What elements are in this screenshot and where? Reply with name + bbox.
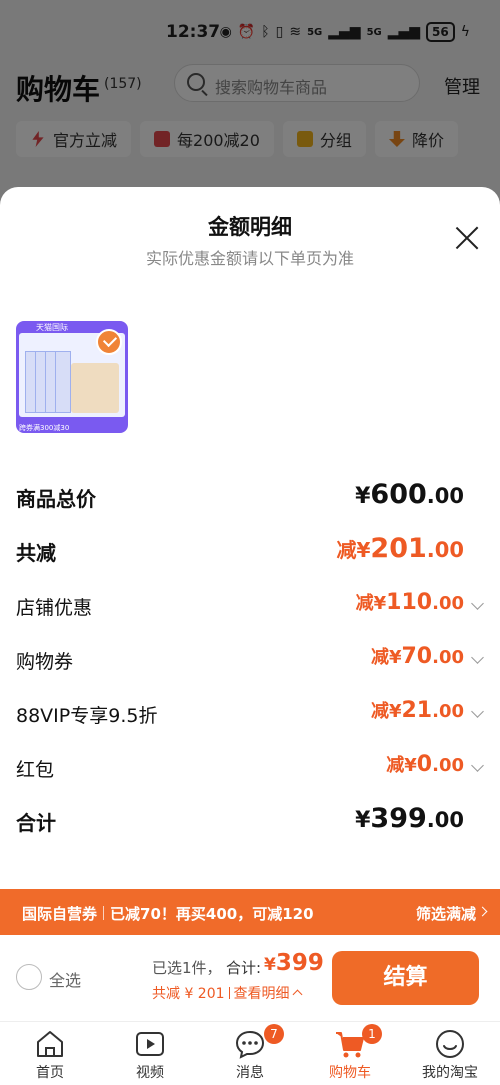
tab-label: 视频 [136, 1065, 164, 1081]
tab-label: 购物车 [329, 1065, 371, 1081]
sheet-title: 金额明细 [208, 215, 292, 239]
row-label: 店铺优惠 [16, 597, 93, 619]
tab-cart[interactable]: 1 购物车 [300, 1022, 400, 1085]
filter-discount-link[interactable]: 筛选满减 [416, 903, 476, 924]
tab-video[interactable]: 视频 [100, 1022, 200, 1085]
checkmark-icon[interactable] [96, 329, 122, 355]
chevron-down-icon[interactable] [471, 597, 484, 610]
chevron-up-icon[interactable] [292, 989, 302, 1000]
video-icon [136, 1032, 164, 1056]
total-label: 合计: [226, 959, 262, 977]
close-icon[interactable] [454, 225, 480, 251]
row-value: ¥600.00 [355, 479, 464, 510]
row-total-discount: 共减 减¥201.00 [16, 533, 484, 565]
row-coupon[interactable]: 购物券 减¥70.00 [16, 643, 484, 675]
row-value: ¥399.00 [355, 803, 464, 834]
row-label: 购物券 [16, 651, 74, 673]
promo-banner[interactable]: 国际自营券 已减70！再买400，可减120 筛选满减 [0, 889, 500, 935]
view-detail-link[interactable]: 查看明细 [234, 986, 290, 1002]
row-sum: 合计 ¥399.00 [16, 803, 484, 835]
row-vip-discount[interactable]: 88VIP专享9.5折 减¥21.00 [16, 697, 484, 729]
message-icon [235, 1030, 265, 1059]
row-value: 减¥70.00 [370, 644, 464, 669]
tab-label: 我的淘宝 [422, 1065, 478, 1081]
cart-badge: 1 [362, 1024, 382, 1044]
select-all-label[interactable]: 全选 [49, 967, 81, 991]
profile-icon [436, 1030, 464, 1058]
separator [228, 987, 230, 999]
row-label: 共减 [16, 541, 56, 565]
row-label: 合计 [16, 811, 56, 835]
chevron-down-icon[interactable] [471, 705, 484, 718]
promo-tag: 国际自营券 [22, 905, 98, 923]
discount-text: 共减 ¥ 201 [152, 986, 225, 1002]
separator [103, 906, 105, 920]
promo-text: 国际自营券 已减70！再买400，可减120 [22, 903, 314, 924]
tmall-label: 天猫国际 [36, 323, 68, 332]
row-value: 减¥201.00 [336, 533, 465, 564]
select-all-radio[interactable] [16, 964, 42, 990]
row-value: 减¥110.00 [355, 590, 464, 615]
selected-count: 已选1件， [152, 959, 222, 977]
product-promo-text: 跨券满300减30 [19, 424, 70, 432]
chevron-down-icon[interactable] [471, 759, 484, 772]
chevron-down-icon[interactable] [471, 651, 484, 664]
sheet-subtitle: 实际优惠金额请以下单页为准 [145, 249, 354, 268]
tab-my-taobao[interactable]: 我的淘宝 [400, 1022, 500, 1085]
row-value: 减¥0.00 [386, 752, 464, 777]
home-icon [37, 1031, 63, 1057]
tab-label: 首页 [36, 1065, 64, 1081]
bottom-tab-bar: 首页 视频 7 消息 1 购物车 我的淘宝 [0, 1021, 500, 1085]
box-graphic [71, 363, 119, 413]
product-thumbnail[interactable]: 天猫国际 跨券满300减30 [16, 321, 128, 433]
row-label: 红包 [16, 759, 55, 781]
row-total-price: 商品总价 ¥600.00 [16, 479, 484, 511]
checkout-button[interactable]: 结算 [332, 951, 479, 1005]
pack-graphic [55, 351, 71, 413]
message-badge: 7 [264, 1024, 284, 1044]
checkout-bar: 全选 已选1件， 合计: ¥399 共减 ¥ 201 查看明细 结算 [0, 935, 500, 1021]
row-label: 88VIP专享9.5折 [16, 705, 158, 727]
row-label: 商品总价 [16, 487, 96, 511]
tab-home[interactable]: 首页 [0, 1022, 100, 1085]
row-red-packet[interactable]: 红包 减¥0.00 [16, 751, 484, 783]
tab-label: 消息 [236, 1065, 264, 1081]
promo-message: 已减70！再买400，可减120 [110, 905, 314, 923]
discount-summary: 共减 ¥ 201 查看明细 [152, 983, 302, 1003]
total-amount: ¥399 [264, 950, 324, 976]
chevron-right-icon [477, 906, 488, 917]
row-value: 减¥21.00 [370, 698, 464, 723]
row-shop-discount[interactable]: 店铺优惠 减¥110.00 [16, 589, 484, 621]
tab-message[interactable]: 7 消息 [200, 1022, 300, 1085]
